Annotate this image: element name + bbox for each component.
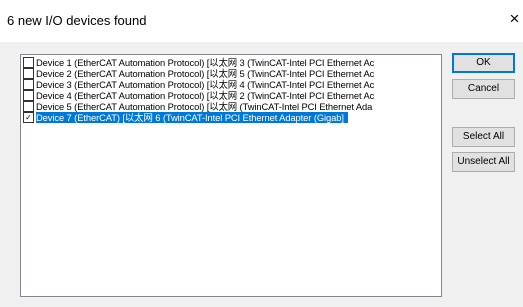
device-row-4[interactable]: Device 4 (EtherCAT Automation Protocol) … [23,90,441,101]
device-3-label: Device 3 (EtherCAT Automation Protocol) … [36,79,375,90]
device-7-checkbox[interactable]: ✓ [23,112,34,123]
device-2-label: Device 2 (EtherCAT Automation Protocol) … [36,68,375,79]
device-5-label: Device 5 (EtherCAT Automation Protocol) … [36,101,373,112]
cancel-button[interactable]: Cancel [452,79,515,99]
device-3-checkbox[interactable] [23,79,34,90]
select-all-button[interactable]: Select All [452,127,515,147]
device-2-checkbox[interactable] [23,68,34,79]
dialog-title: 6 new I/O devices found [7,13,147,28]
device-row-2[interactable]: Device 2 (EtherCAT Automation Protocol) … [23,68,441,79]
device-row-5[interactable]: Device 5 (EtherCAT Automation Protocol) … [23,101,441,112]
dialog-titlebar: 6 new I/O devices found × [0,0,523,42]
unselect-all-button[interactable]: Unselect All [452,152,515,172]
device-row-1[interactable]: Device 1 (EtherCAT Automation Protocol) … [23,57,441,68]
device-row-3[interactable]: Device 3 (EtherCAT Automation Protocol) … [23,79,441,90]
device-row-7[interactable]: ✓ Device 7 (EtherCAT) [以太网 6 (TwinCAT-In… [23,112,441,123]
dialog-body: Device 1 (EtherCAT Automation Protocol) … [0,42,523,307]
device-1-label: Device 1 (EtherCAT Automation Protocol) … [36,57,375,68]
ok-button[interactable]: OK [452,53,515,73]
device-5-checkbox[interactable] [23,101,34,112]
device-1-checkbox[interactable] [23,57,34,68]
close-icon[interactable]: × [506,8,523,30]
device-4-checkbox[interactable] [23,90,34,101]
device-list[interactable]: Device 1 (EtherCAT Automation Protocol) … [20,54,442,297]
device-7-label: Device 7 (EtherCAT) [以太网 6 (TwinCAT-Inte… [36,112,348,123]
device-4-label: Device 4 (EtherCAT Automation Protocol) … [36,90,375,101]
